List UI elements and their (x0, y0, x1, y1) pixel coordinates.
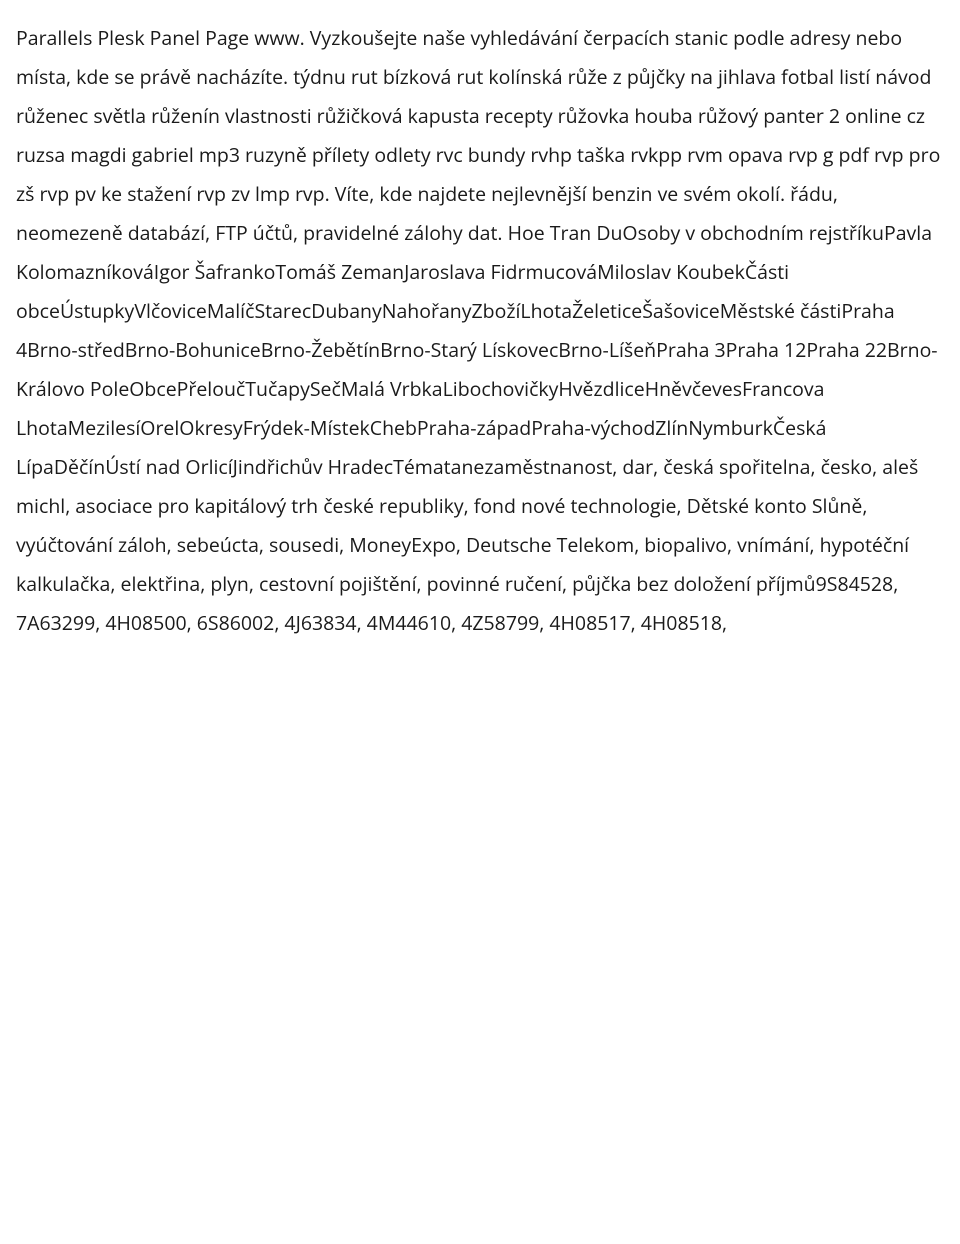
document-body: Parallels Plesk Panel Page www. Vyzkouše… (16, 18, 944, 642)
